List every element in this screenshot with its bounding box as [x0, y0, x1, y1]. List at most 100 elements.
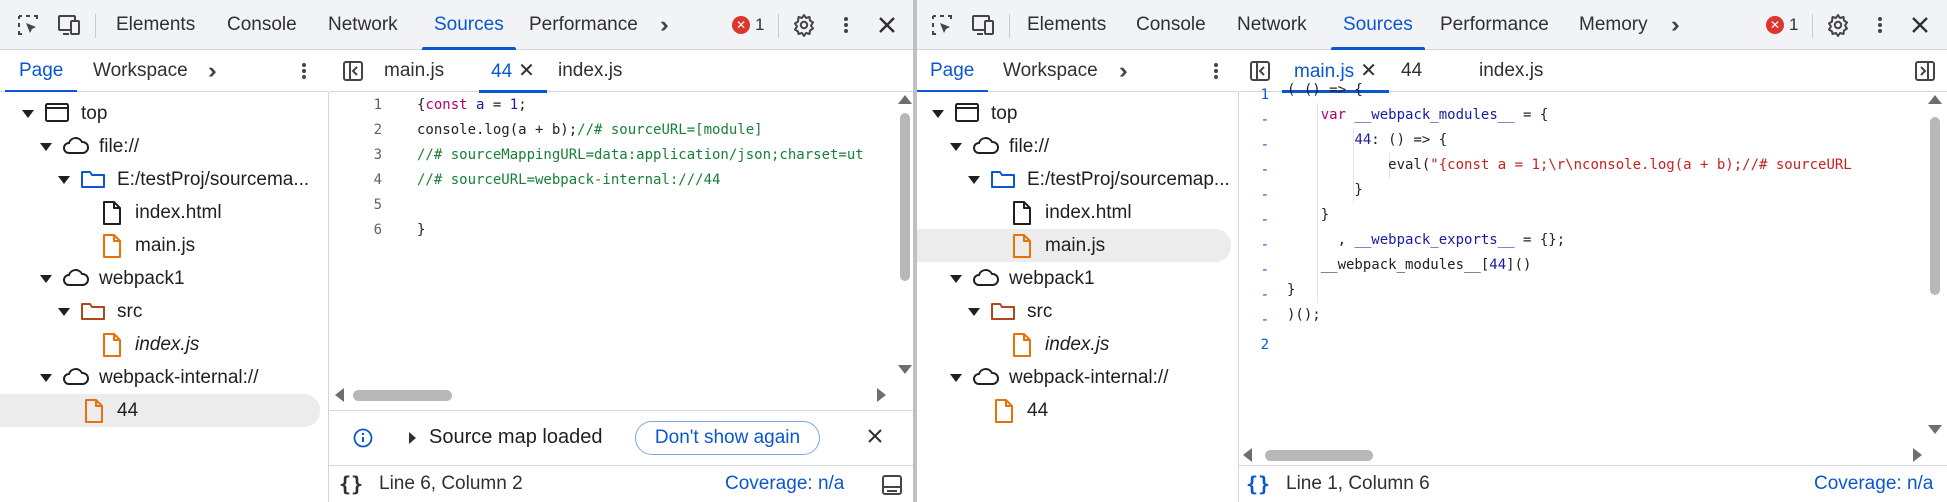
toggle-debugger-sidebar-icon[interactable] — [1910, 56, 1940, 86]
close-devtools-icon[interactable] — [1905, 10, 1935, 40]
tree-node-index-js[interactable]: index.js — [917, 328, 1231, 361]
more-nav-tabs-chevron-icon[interactable]: ›› — [208, 50, 216, 92]
customize-menu-icon[interactable] — [1870, 15, 1890, 35]
settings-gear-icon[interactable] — [789, 10, 819, 40]
expand-arrow-icon[interactable] — [950, 275, 962, 283]
tab-elements[interactable]: Elements — [116, 0, 195, 50]
scroll-thumb[interactable] — [1265, 450, 1373, 461]
nav-tab-workspace[interactable]: Workspace — [93, 50, 188, 92]
tree-node-44[interactable]: 44 — [0, 394, 320, 427]
expand-arrow-icon[interactable] — [22, 110, 34, 118]
scroll-down-arrow-icon[interactable] — [898, 365, 912, 374]
coverage-status[interactable]: Coverage: n/a — [1814, 473, 1933, 495]
inspect-element-icon[interactable] — [927, 10, 957, 40]
scroll-left-arrow-icon[interactable] — [335, 388, 344, 402]
scroll-up-arrow-icon[interactable] — [898, 95, 912, 104]
expand-arrow-icon[interactable] — [40, 374, 52, 382]
tree-node-src[interactable]: src — [917, 295, 1231, 328]
tab-elements[interactable]: Elements — [1027, 0, 1106, 50]
tree-node-main-js[interactable]: main.js — [0, 229, 320, 262]
device-toolbar-icon[interactable] — [968, 10, 998, 40]
navigator-menu-icon[interactable] — [1206, 61, 1226, 81]
nav-tab-page[interactable]: Page — [4, 50, 78, 93]
tab-performance[interactable]: Performance — [529, 0, 638, 50]
editor-tab-main-js[interactable]: main.js — [384, 50, 444, 92]
code-editor[interactable]: 1 - - - - - - - - - 2 ( () => { var __we… — [1239, 83, 1929, 445]
expand-arrow-icon[interactable] — [40, 143, 52, 151]
toggle-sidebar-icon[interactable] — [881, 474, 903, 502]
nav-tab-workspace[interactable]: Workspace — [1003, 50, 1098, 92]
tab-console[interactable]: Console — [1136, 0, 1206, 50]
scroll-right-arrow-icon[interactable] — [877, 388, 886, 402]
pretty-print-icon[interactable]: {} — [1246, 472, 1270, 496]
scroll-right-arrow-icon[interactable] — [1913, 448, 1922, 462]
tree-node-main-js[interactable]: main.js — [917, 229, 1231, 262]
expand-arrow-icon[interactable] — [932, 110, 944, 118]
settings-gear-icon[interactable] — [1823, 10, 1853, 40]
horizontal-scrollbar[interactable] — [1239, 445, 1929, 465]
tab-network[interactable]: Network — [328, 0, 398, 50]
tree-node-webpack1[interactable]: webpack1 — [917, 262, 1231, 295]
tree-node-top[interactable]: top — [0, 97, 320, 130]
device-toolbar-icon[interactable] — [54, 10, 84, 40]
tree-label: webpack-internal:// — [1009, 367, 1169, 388]
customize-menu-icon[interactable] — [836, 15, 856, 35]
tree-node-folder-testproj[interactable]: E:/testProj/sourcema... — [0, 163, 320, 196]
tree-node-webpack1[interactable]: webpack1 — [0, 262, 320, 295]
expand-arrow-icon[interactable] — [58, 308, 70, 316]
tree-node-src[interactable]: src — [0, 295, 320, 328]
tab-console[interactable]: Console — [227, 0, 297, 50]
tree-node-webpack-internal[interactable]: webpack-internal:// — [917, 361, 1231, 394]
dont-show-again-button[interactable]: Don't show again — [635, 421, 820, 455]
close-infobar-icon[interactable] — [867, 428, 883, 449]
toggle-navigator-icon[interactable] — [338, 56, 368, 86]
more-tabs-chevron-icon[interactable]: ›› — [1671, 0, 1679, 50]
tab-sources[interactable]: Sources — [1331, 0, 1425, 50]
tree-node-top[interactable]: top — [917, 97, 1231, 130]
coverage-status[interactable]: Coverage: n/a — [725, 473, 844, 495]
expand-arrow-icon[interactable] — [40, 275, 52, 283]
tree-node-44[interactable]: 44 — [917, 394, 1231, 427]
scroll-thumb[interactable] — [353, 390, 452, 401]
tree-node-webpack-internal[interactable]: webpack-internal:// — [0, 361, 320, 394]
close-tab-icon[interactable]: ✕ — [1360, 60, 1377, 82]
code-editor[interactable]: 1 {const a = 1; 2 console.log(a + b);//#… — [329, 93, 899, 385]
expand-arrow-icon[interactable] — [968, 308, 980, 316]
editor-tab-44[interactable]: 44 ✕ — [479, 50, 547, 93]
more-tabs-chevron-icon[interactable]: ›› — [660, 0, 668, 50]
expand-arrow-icon[interactable] — [58, 176, 70, 184]
expand-arrow-icon[interactable] — [950, 374, 962, 382]
pretty-print-icon[interactable]: {} — [339, 472, 363, 496]
navigator-menu-icon[interactable] — [294, 61, 314, 81]
tree-node-file-origin[interactable]: file:// — [917, 130, 1231, 163]
scroll-up-arrow-icon[interactable] — [1928, 95, 1942, 104]
scroll-left-arrow-icon[interactable] — [1243, 448, 1252, 462]
tab-network[interactable]: Network — [1237, 0, 1307, 50]
scroll-down-arrow-icon[interactable] — [1928, 425, 1942, 434]
error-counter[interactable]: ✕ 1 — [732, 12, 764, 38]
editor-tab-index-js[interactable]: index.js — [558, 50, 622, 92]
tab-sources[interactable]: Sources — [422, 0, 516, 50]
more-nav-tabs-chevron-icon[interactable]: ›› — [1119, 50, 1127, 92]
tree-node-index-js[interactable]: index.js — [0, 328, 320, 361]
inspect-element-icon[interactable] — [13, 10, 43, 40]
horizontal-scrollbar[interactable] — [329, 385, 899, 405]
expand-arrow-icon[interactable] — [968, 176, 980, 184]
tab-performance[interactable]: Performance — [1440, 0, 1549, 50]
error-counter[interactable]: ✕ 1 — [1766, 12, 1798, 38]
scroll-thumb[interactable] — [900, 113, 910, 281]
tree-node-file-origin[interactable]: file:// — [0, 130, 320, 163]
tab-memory[interactable]: Memory — [1579, 0, 1648, 50]
scroll-thumb[interactable] — [1930, 117, 1940, 295]
vertical-scrollbar[interactable] — [898, 93, 912, 385]
tree-node-index-html[interactable]: index.html — [917, 196, 1231, 229]
tree-node-index-html[interactable]: index.html — [0, 196, 320, 229]
toggle-navigator-icon[interactable] — [1245, 56, 1275, 86]
vertical-scrollbar[interactable] — [1928, 93, 1942, 445]
expand-arrow-icon[interactable] — [950, 143, 962, 151]
details-expand-arrow-icon[interactable] — [409, 432, 416, 444]
close-devtools-icon[interactable] — [872, 10, 902, 40]
tree-node-folder-testproj[interactable]: E:/testProj/sourcemap... — [917, 163, 1231, 196]
close-tab-icon[interactable]: ✕ — [518, 60, 535, 82]
nav-tab-page[interactable]: Page — [917, 50, 989, 93]
